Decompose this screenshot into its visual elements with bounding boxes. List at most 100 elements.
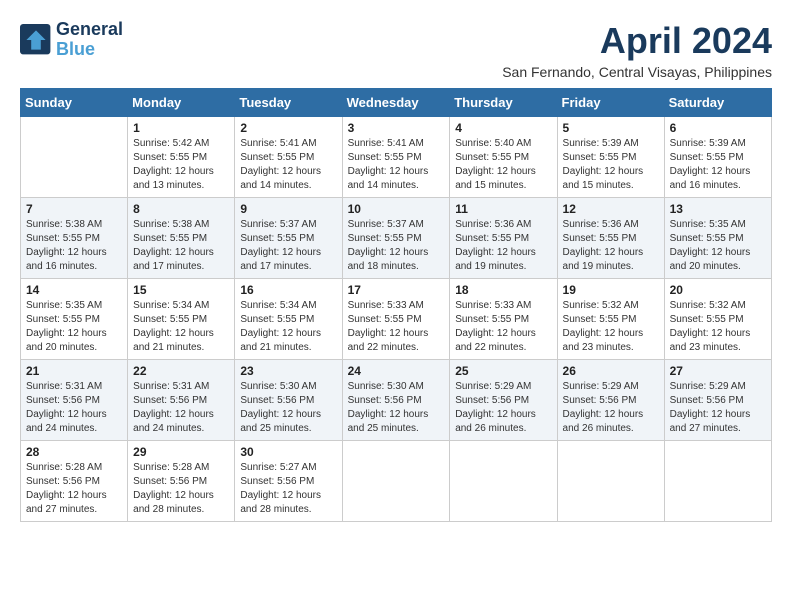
calendar-cell: 18 Sunrise: 5:33 AMSunset: 5:55 PMDayligh… [450, 279, 557, 360]
day-info: Sunrise: 5:28 AMSunset: 5:56 PMDaylight:… [26, 461, 122, 517]
day-number: 29 [133, 445, 229, 459]
weekday-header-saturday: Saturday [664, 89, 771, 117]
day-info: Sunrise: 5:28 AMSunset: 5:56 PMDaylight:… [133, 461, 229, 517]
day-number: 7 [26, 202, 122, 216]
day-info: Sunrise: 5:30 AMSunset: 5:56 PMDaylight:… [348, 380, 445, 436]
calendar-week-row: 21 Sunrise: 5:31 AMSunset: 5:56 PMDayligh… [21, 360, 772, 441]
day-number: 16 [240, 283, 336, 297]
calendar-cell: 20Sunrise: 5:32 AMSunset: 5:55 PMDayligh… [664, 279, 771, 360]
day-number: 13 [670, 202, 766, 216]
logo-area: GeneralBlue [20, 20, 123, 60]
calendar-cell: 9Sunrise: 5:37 AMSunset: 5:55 PMDaylight… [235, 198, 342, 279]
day-info: Sunrise: 5:40 AMSunset: 5:55 PMDaylight:… [455, 137, 551, 193]
day-number: 4 [455, 121, 551, 135]
day-number: 14 [26, 283, 122, 297]
calendar-cell [450, 441, 557, 522]
day-number: 24 [348, 364, 445, 378]
calendar-cell: 29 Sunrise: 5:28 AMSunset: 5:56 PMDayligh… [128, 441, 235, 522]
day-info: Sunrise: 5:33 AMSunset: 5:55 PMDaylight:… [348, 299, 445, 355]
logo-icon [20, 24, 52, 56]
calendar-week-row: 14 Sunrise: 5:35 AMSunset: 5:55 PMDayligh… [21, 279, 772, 360]
day-info: Sunrise: 5:38 AMSunset: 5:55 PMDaylight:… [26, 218, 122, 274]
calendar-cell: 16 Sunrise: 5:34 AMSunset: 5:55 PMDayligh… [235, 279, 342, 360]
weekday-header-row: SundayMondayTuesdayWednesdayThursdayFrid… [21, 89, 772, 117]
day-info: Sunrise: 5:31 AMSunset: 5:56 PMDaylight:… [26, 380, 122, 436]
day-number: 19 [563, 283, 659, 297]
calendar-table: SundayMondayTuesdayWednesdayThursdayFrid… [20, 88, 772, 522]
calendar-cell: 10 Sunrise: 5:37 AMSunset: 5:55 PMDayligh… [342, 198, 450, 279]
day-info: Sunrise: 5:35 AMSunset: 5:55 PMDaylight:… [670, 218, 766, 274]
day-number: 15 [133, 283, 229, 297]
calendar-cell: 6Sunrise: 5:39 AMSunset: 5:55 PMDaylight… [664, 117, 771, 198]
calendar-cell: 14 Sunrise: 5:35 AMSunset: 5:55 PMDayligh… [21, 279, 128, 360]
day-info: Sunrise: 5:29 AMSunset: 5:56 PMDaylight:… [563, 380, 659, 436]
weekday-header-friday: Friday [557, 89, 664, 117]
day-number: 22 [133, 364, 229, 378]
calendar-cell: 3 Sunrise: 5:41 AMSunset: 5:55 PMDaylight… [342, 117, 450, 198]
day-number: 25 [455, 364, 551, 378]
calendar-cell: 11 Sunrise: 5:36 AMSunset: 5:55 PMDayligh… [450, 198, 557, 279]
day-number: 8 [133, 202, 229, 216]
calendar-cell: 1 Sunrise: 5:42 AMSunset: 5:55 PMDaylight… [128, 117, 235, 198]
calendar-cell: 19 Sunrise: 5:32 AMSunset: 5:55 PMDayligh… [557, 279, 664, 360]
calendar-cell: 23Sunrise: 5:30 AMSunset: 5:56 PMDayligh… [235, 360, 342, 441]
calendar-cell: 28 Sunrise: 5:28 AMSunset: 5:56 PMDayligh… [21, 441, 128, 522]
weekday-header-sunday: Sunday [21, 89, 128, 117]
day-number: 2 [240, 121, 336, 135]
calendar-week-row: 1 Sunrise: 5:42 AMSunset: 5:55 PMDaylight… [21, 117, 772, 198]
day-number: 3 [348, 121, 445, 135]
day-info: Sunrise: 5:34 AMSunset: 5:55 PMDaylight:… [240, 299, 336, 355]
page-container: GeneralBlue April 2024 San Fernando, Cen… [20, 20, 772, 522]
weekday-header-tuesday: Tuesday [235, 89, 342, 117]
day-info: Sunrise: 5:39 AMSunset: 5:55 PMDaylight:… [563, 137, 659, 193]
calendar-week-row: 7 Sunrise: 5:38 AMSunset: 5:55 PMDaylight… [21, 198, 772, 279]
day-info: Sunrise: 5:32 AMSunset: 5:55 PMDaylight:… [563, 299, 659, 355]
day-info: Sunrise: 5:30 AMSunset: 5:56 PMDaylight:… [240, 380, 336, 436]
calendar-cell: 2Sunrise: 5:41 AMSunset: 5:55 PMDaylight… [235, 117, 342, 198]
day-number: 26 [563, 364, 659, 378]
day-info: Sunrise: 5:27 AMSunset: 5:56 PMDaylight:… [240, 461, 336, 517]
calendar-cell: 22 Sunrise: 5:31 AMSunset: 5:56 PMDayligh… [128, 360, 235, 441]
calendar-cell: 21 Sunrise: 5:31 AMSunset: 5:56 PMDayligh… [21, 360, 128, 441]
weekday-header-monday: Monday [128, 89, 235, 117]
calendar-cell [342, 441, 450, 522]
day-info: Sunrise: 5:39 AMSunset: 5:55 PMDaylight:… [670, 137, 766, 193]
day-info: Sunrise: 5:34 AMSunset: 5:55 PMDaylight:… [133, 299, 229, 355]
day-info: Sunrise: 5:36 AMSunset: 5:55 PMDaylight:… [455, 218, 551, 274]
calendar-cell: 8 Sunrise: 5:38 AMSunset: 5:55 PMDaylight… [128, 198, 235, 279]
day-info: Sunrise: 5:42 AMSunset: 5:55 PMDaylight:… [133, 137, 229, 193]
title-area: April 2024 San Fernando, Central Visayas… [502, 20, 772, 80]
day-number: 10 [348, 202, 445, 216]
day-info: Sunrise: 5:36 AMSunset: 5:55 PMDaylight:… [563, 218, 659, 274]
day-number: 11 [455, 202, 551, 216]
calendar-cell: 26 Sunrise: 5:29 AMSunset: 5:56 PMDayligh… [557, 360, 664, 441]
calendar-cell: 17Sunrise: 5:33 AMSunset: 5:55 PMDayligh… [342, 279, 450, 360]
calendar-cell: 30 Sunrise: 5:27 AMSunset: 5:56 PMDayligh… [235, 441, 342, 522]
calendar-cell: 15 Sunrise: 5:34 AMSunset: 5:55 PMDayligh… [128, 279, 235, 360]
day-number: 9 [240, 202, 336, 216]
weekday-header-thursday: Thursday [450, 89, 557, 117]
day-number: 30 [240, 445, 336, 459]
day-info: Sunrise: 5:29 AMSunset: 5:56 PMDaylight:… [670, 380, 766, 436]
day-number: 5 [563, 121, 659, 135]
day-number: 1 [133, 121, 229, 135]
day-number: 21 [26, 364, 122, 378]
day-number: 27 [670, 364, 766, 378]
calendar-cell: 13 Sunrise: 5:35 AMSunset: 5:55 PMDayligh… [664, 198, 771, 279]
day-info: Sunrise: 5:33 AMSunset: 5:55 PMDaylight:… [455, 299, 551, 355]
calendar-cell: 12 Sunrise: 5:36 AMSunset: 5:55 PMDayligh… [557, 198, 664, 279]
calendar-subtitle: San Fernando, Central Visayas, Philippin… [502, 64, 772, 80]
calendar-title: April 2024 [502, 20, 772, 62]
calendar-cell: 25Sunrise: 5:29 AMSunset: 5:56 PMDayligh… [450, 360, 557, 441]
day-info: Sunrise: 5:41 AMSunset: 5:55 PMDaylight:… [348, 137, 445, 193]
day-number: 28 [26, 445, 122, 459]
day-info: Sunrise: 5:38 AMSunset: 5:55 PMDaylight:… [133, 218, 229, 274]
day-number: 12 [563, 202, 659, 216]
calendar-cell: 5 Sunrise: 5:39 AMSunset: 5:55 PMDaylight… [557, 117, 664, 198]
day-info: Sunrise: 5:35 AMSunset: 5:55 PMDaylight:… [26, 299, 122, 355]
day-info: Sunrise: 5:31 AMSunset: 5:56 PMDaylight:… [133, 380, 229, 436]
header: GeneralBlue April 2024 San Fernando, Cen… [20, 20, 772, 80]
day-info: Sunrise: 5:37 AMSunset: 5:55 PMDaylight:… [348, 218, 445, 274]
day-number: 18 [455, 283, 551, 297]
calendar-cell: 24 Sunrise: 5:30 AMSunset: 5:56 PMDayligh… [342, 360, 450, 441]
